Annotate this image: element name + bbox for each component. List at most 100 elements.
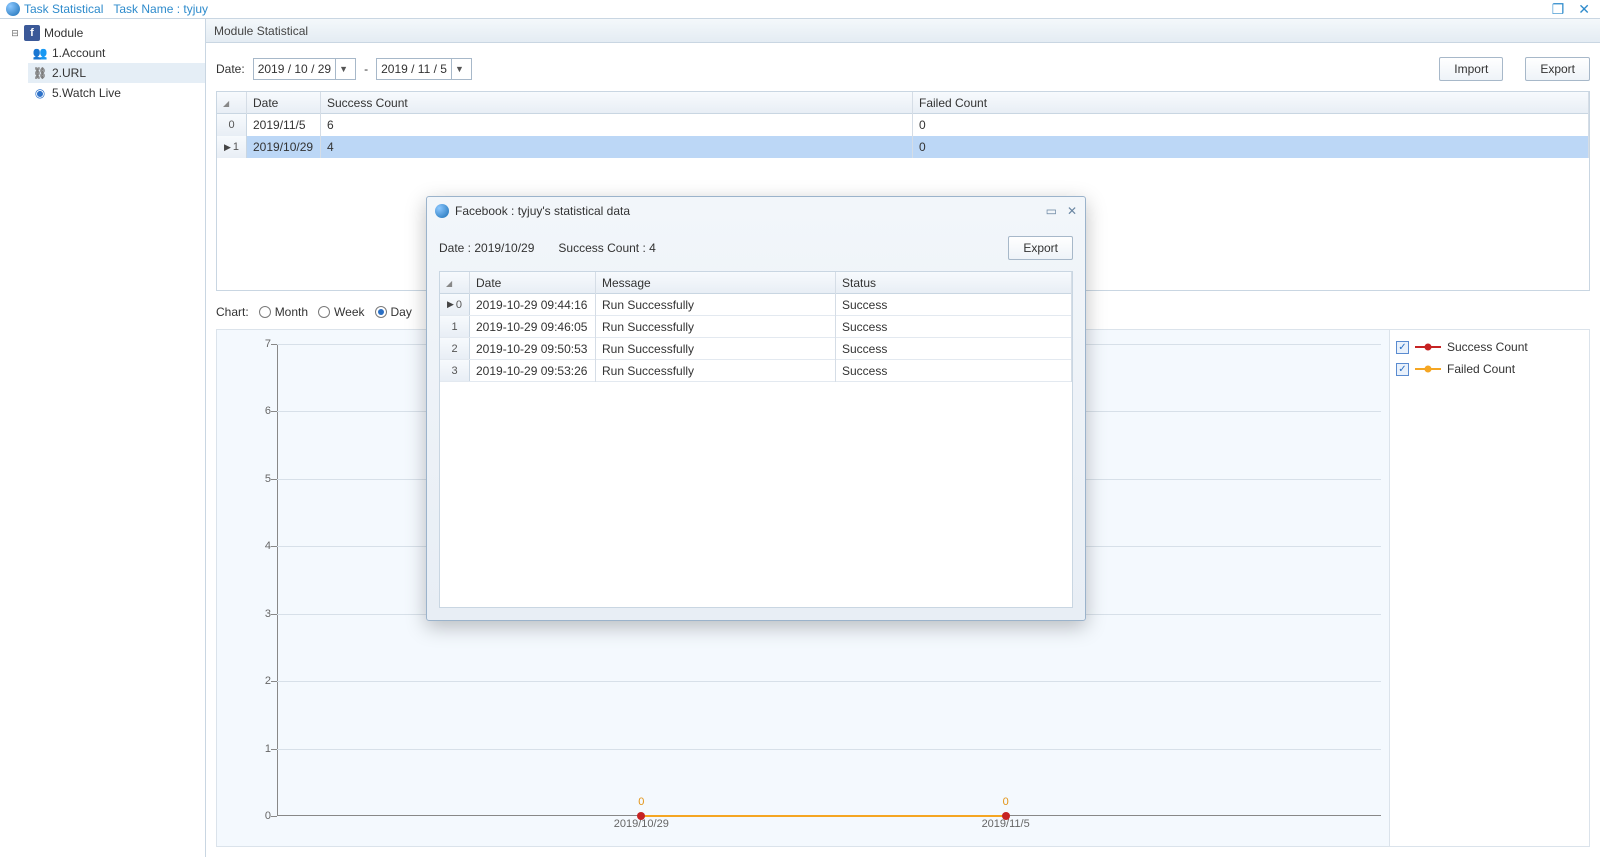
window-restore-icon[interactable]: ❐ <box>1552 1 1565 18</box>
cell-failed: 0 <box>913 136 1589 158</box>
table-row[interactable]: 22019-10-29 09:50:53Run SuccessfullySucc… <box>440 338 1072 360</box>
dialog-title-text: Facebook : tyjuy's statistical data <box>455 204 630 218</box>
cell-status: Success <box>836 360 1072 382</box>
legend-item-failed[interactable]: ✓ Failed Count <box>1396 358 1583 380</box>
radio-icon <box>375 306 387 318</box>
chart-label: Chart: <box>216 305 249 319</box>
detail-table: ◢ Date Message Status ▶02019-10-29 09:44… <box>439 271 1073 608</box>
dialog-export-button[interactable]: Export <box>1008 236 1073 260</box>
y-axis-line <box>277 344 278 816</box>
cell-failed: 0 <box>913 114 1589 136</box>
date-label: Date: <box>216 62 245 76</box>
window-close-icon[interactable]: ✕ <box>1578 1 1590 18</box>
link-icon: ⛓ <box>32 65 48 81</box>
tree-item-label: 5.Watch Live <box>52 86 121 100</box>
col-header-status[interactable]: Status <box>836 272 1072 294</box>
cell-success: 4 <box>321 136 913 158</box>
import-button[interactable]: Import <box>1439 57 1503 81</box>
tree-root-module[interactable]: ⊟ f Module <box>6 23 205 43</box>
app-title: Task Statistical <box>24 2 103 16</box>
cell-status: Success <box>836 338 1072 360</box>
cell-success: 6 <box>321 114 913 136</box>
facebook-icon: f <box>24 25 40 41</box>
data-point <box>637 812 645 820</box>
cell-date: 2019/11/5 <box>247 114 321 136</box>
legend-swatch <box>1415 342 1441 352</box>
row-header-cell: ◢ <box>440 272 470 294</box>
row-indicator: ▶0 <box>440 294 470 315</box>
dialog-titlebar[interactable]: Facebook : tyjuy's statistical data ▭ ✕ <box>427 197 1085 225</box>
table-row[interactable]: ▶12019/10/2940 <box>217 136 1589 158</box>
tree-item-watch-live[interactable]: ◉ 5.Watch Live <box>28 83 205 103</box>
chart-option-week[interactable]: Week <box>318 305 364 319</box>
chart-option-month[interactable]: Month <box>259 305 308 319</box>
cell-date: 2019-10-29 09:53:26 <box>470 360 596 382</box>
tree-item-url[interactable]: ⛓ 2.URL <box>28 63 205 83</box>
y-axis: 01234567 <box>247 344 275 816</box>
radio-icon <box>318 306 330 318</box>
export-button[interactable]: Export <box>1525 57 1590 81</box>
row-header-cell: ◢ <box>217 92 247 114</box>
legend-item-success[interactable]: ✓ Success Count <box>1396 336 1583 358</box>
cell-date: 2019-10-29 09:50:53 <box>470 338 596 360</box>
task-name-label: Task Name : tyjuy <box>113 2 208 16</box>
y-tick <box>271 344 277 345</box>
cell-date: 2019-10-29 09:46:05 <box>470 316 596 338</box>
app-icon <box>6 2 20 16</box>
data-label: 0 <box>638 796 644 808</box>
dialog-minimize-icon[interactable]: ▭ <box>1046 204 1057 218</box>
col-header-failed[interactable]: Failed Count <box>913 92 1589 114</box>
date-filter-row: Date: 2019 / 10 / 29 ▼ - 2019 / 11 / 5 ▼… <box>206 43 1600 91</box>
cell-date: 2019/10/29 <box>247 136 321 158</box>
data-label: 0 <box>1003 796 1009 808</box>
y-tick <box>271 749 277 750</box>
panel-heading: Module Statistical <box>206 19 1600 43</box>
row-indicator: 0 <box>217 114 247 136</box>
table-row[interactable]: 02019/11/560 <box>217 114 1589 136</box>
col-header-message[interactable]: Message <box>596 272 836 294</box>
chart-legend: ✓ Success Count ✓ Failed Count <box>1389 330 1589 846</box>
legend-label: Success Count <box>1447 340 1528 354</box>
checkbox-icon[interactable]: ✓ <box>1396 363 1409 376</box>
legend-swatch <box>1415 364 1441 374</box>
checkbox-icon[interactable]: ✓ <box>1396 341 1409 354</box>
gridline <box>277 749 1381 750</box>
col-header-date[interactable]: Date <box>470 272 596 294</box>
cell-status: Success <box>836 316 1072 338</box>
cell-date: 2019-10-29 09:44:16 <box>470 294 596 316</box>
table-row[interactable]: ▶02019-10-29 09:44:16Run SuccessfullySuc… <box>440 294 1072 316</box>
dialog-export-label: Export <box>1023 241 1058 255</box>
target-icon: ◉ <box>32 85 48 101</box>
series-line <box>641 815 1005 817</box>
date-from-picker[interactable]: 2019 / 10 / 29 ▼ <box>253 58 356 80</box>
col-header-success[interactable]: Success Count <box>321 92 913 114</box>
table-row[interactable]: 12019-10-29 09:46:05Run SuccessfullySucc… <box>440 316 1072 338</box>
date-separator: - <box>364 62 368 76</box>
table-row[interactable]: 32019-10-29 09:53:26Run SuccessfullySucc… <box>440 360 1072 382</box>
date-to-picker[interactable]: 2019 / 11 / 5 ▼ <box>376 58 472 80</box>
chevron-down-icon[interactable]: ▼ <box>451 59 467 79</box>
export-button-label: Export <box>1540 62 1575 76</box>
chevron-down-icon[interactable]: ▼ <box>335 59 351 79</box>
row-indicator: 2 <box>440 338 470 359</box>
chart-option-day[interactable]: Day <box>375 305 412 319</box>
row-indicator: 3 <box>440 360 470 381</box>
tree-collapse-icon[interactable]: ⊟ <box>10 28 20 39</box>
col-header-date[interactable]: Date <box>247 92 321 114</box>
dialog-close-icon[interactable]: ✕ <box>1067 204 1077 218</box>
data-point <box>1002 812 1010 820</box>
row-indicator: ▶1 <box>217 136 247 158</box>
date-from-value: 2019 / 10 / 29 <box>258 62 331 76</box>
users-icon: 👥 <box>32 45 48 61</box>
gridline <box>277 681 1381 682</box>
dialog-success-line: Success Count : 4 <box>558 241 655 255</box>
tree-item-account[interactable]: 👥 1.Account <box>28 43 205 63</box>
import-button-label: Import <box>1454 62 1488 76</box>
chart-option-label: Day <box>391 305 412 319</box>
y-tick <box>271 614 277 615</box>
y-tick <box>271 411 277 412</box>
tree-item-label: 2.URL <box>52 66 86 80</box>
tree-root-label: Module <box>44 26 83 40</box>
cell-message: Run Successfully <box>596 360 836 382</box>
tree-item-label: 1.Account <box>52 46 105 60</box>
